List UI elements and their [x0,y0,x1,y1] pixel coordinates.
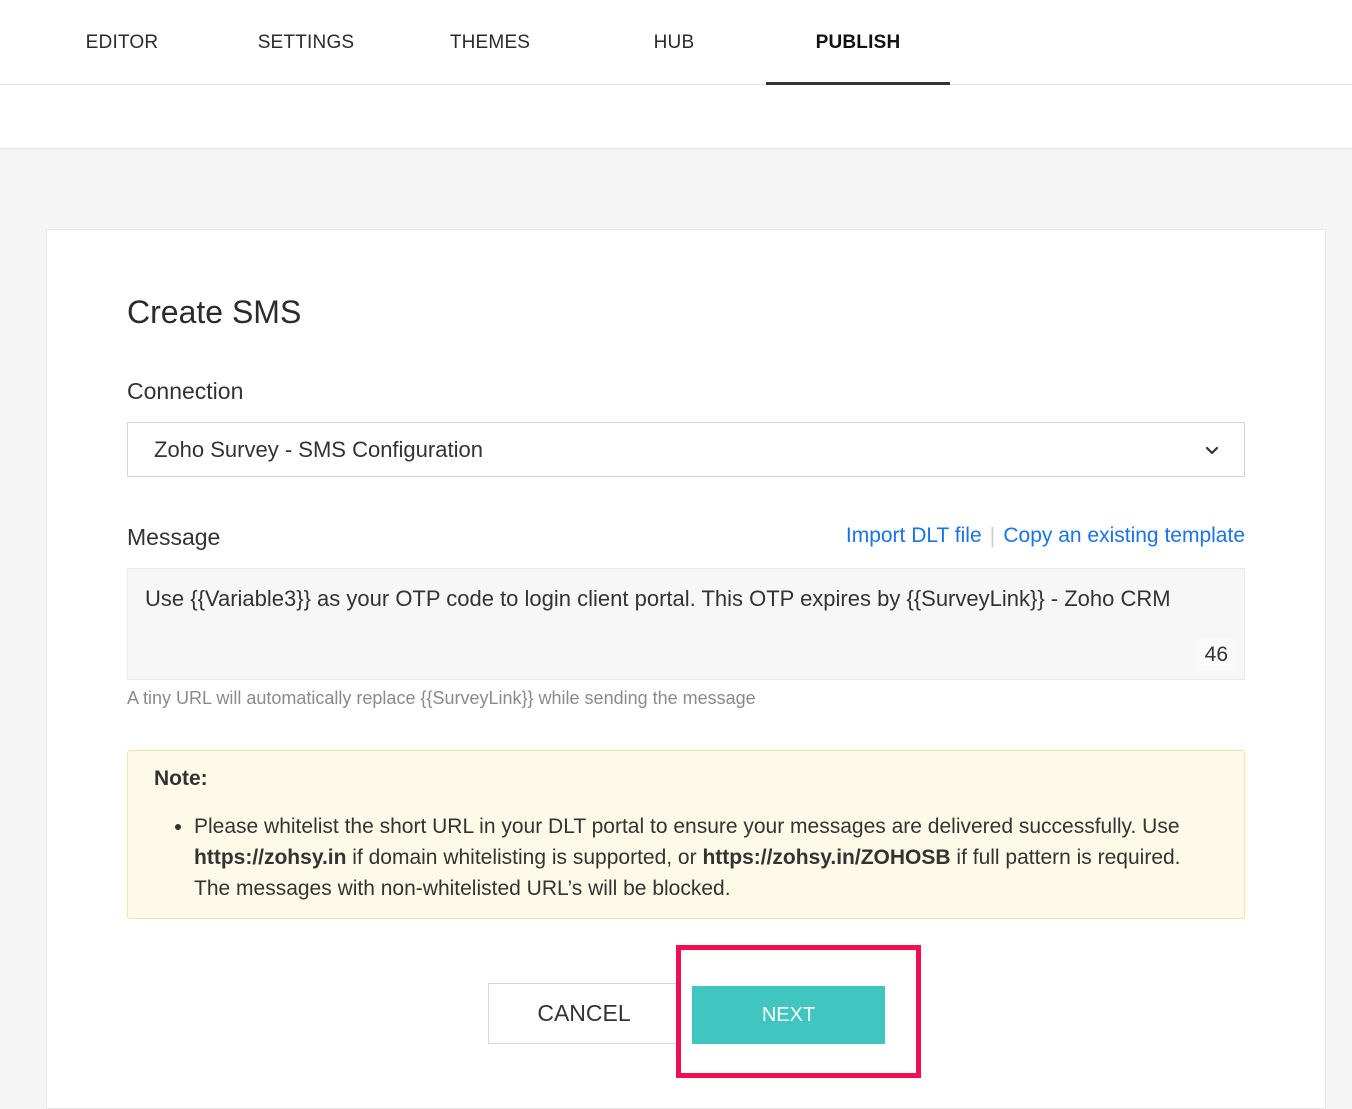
message-text: Use {{Variable3}} as your OTP code to lo… [145,586,1171,611]
next-button-highlight [676,945,921,1078]
message-actions: Import DLT file | Copy an existing templ… [846,523,1245,549]
link-separator: | [989,523,996,548]
tab-label: HUB [653,31,695,53]
tab-label: PUBLISH [815,31,901,53]
note-url-pattern: https://zohsy.in/ZOHOSB [702,846,951,869]
connection-value: Zoho Survey - SMS Configuration [154,436,483,462]
tiny-url-hint: A tiny URL will automatically replace {{… [127,688,756,708]
sub-toolbar [0,85,1352,149]
copy-template-link[interactable]: Copy an existing template [1003,524,1245,548]
message-textarea[interactable]: Use {{Variable3}} as your OTP code to lo… [127,568,1245,680]
note-item: Please whitelist the short URL in your D… [194,811,1218,904]
tab-label: SETTINGS [257,31,355,53]
note-text: if domain whitelisting is supported, or [346,846,703,869]
note-list: Please whitelist the short URL in your D… [154,811,1218,904]
tab-hub[interactable]: HUB [582,0,766,85]
message-label: Message [127,524,221,550]
connection-select[interactable]: Zoho Survey - SMS Configuration [127,422,1245,477]
note-title: Note: [154,767,208,790]
connection-label: Connection [127,378,244,404]
tab-label: THEMES [449,31,531,53]
top-navigation: EDITOR SETTINGS THEMES HUB PUBLISH [0,0,1352,86]
note-text: Please whitelist the short URL in your D… [194,815,1180,838]
tab-themes[interactable]: THEMES [398,0,582,85]
note-box: Note: Please whitelist the short URL in … [127,750,1245,919]
import-dlt-link[interactable]: Import DLT file [846,524,982,548]
page-title: Create SMS [127,294,302,330]
chevron-down-icon [1205,446,1219,455]
cancel-button[interactable]: CANCEL [488,983,680,1044]
tab-settings[interactable]: SETTINGS [214,0,398,85]
tab-editor[interactable]: EDITOR [30,0,214,85]
tab-publish[interactable]: PUBLISH [766,0,950,86]
note-url-domain: https://zohsy.in [194,846,347,869]
tab-label: EDITOR [85,31,159,53]
character-count: 46 [1196,639,1236,671]
